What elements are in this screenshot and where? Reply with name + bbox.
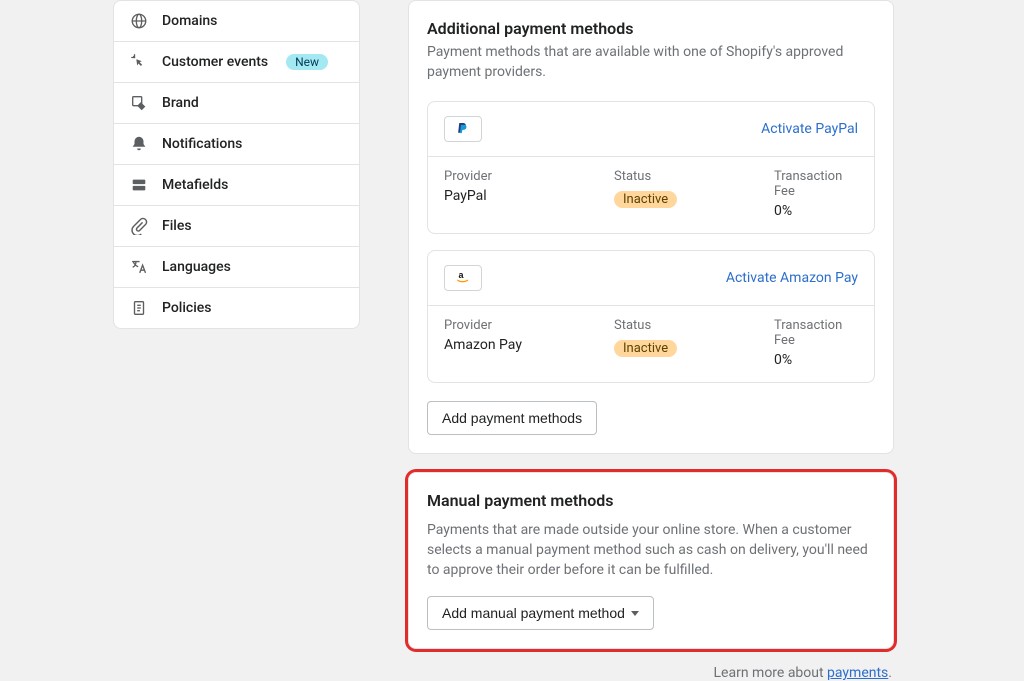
- metafields-icon: [130, 176, 148, 194]
- learn-more-note: Learn more about payments.: [408, 665, 894, 681]
- add-payment-methods-button[interactable]: Add payment methods: [427, 401, 597, 435]
- brand-icon: [130, 94, 148, 112]
- section-title: Additional payment methods: [427, 19, 875, 38]
- sidebar-item-label: Notifications: [162, 136, 242, 152]
- sidebar-item-label: Domains: [162, 13, 217, 29]
- status-badge: Inactive: [614, 191, 677, 208]
- value-provider: Amazon Pay: [444, 337, 614, 353]
- value-fee: 0%: [774, 352, 858, 368]
- provider-card-amazon-pay: a Activate Amazon Pay Provider Amazon Pa…: [427, 250, 875, 383]
- payments-link[interactable]: payments: [827, 665, 888, 681]
- value-provider: PayPal: [444, 188, 614, 204]
- activate-amazon-pay-link[interactable]: Activate Amazon Pay: [726, 270, 858, 286]
- value-fee: 0%: [774, 203, 858, 219]
- cursor-click-icon: [130, 53, 148, 71]
- sidebar-item-files[interactable]: Files: [114, 206, 359, 247]
- label-fee: Transaction Fee: [774, 169, 858, 199]
- section-description: Payments that are made outside your onli…: [427, 520, 875, 581]
- section-description: Payment methods that are available with …: [427, 42, 875, 83]
- sidebar-item-label: Metafields: [162, 177, 228, 193]
- globe-icon: [130, 12, 148, 30]
- provider-card-paypal: Activate PayPal Provider PayPal Status I…: [427, 101, 875, 234]
- button-label: Add manual payment method: [442, 605, 625, 621]
- paperclip-icon: [130, 217, 148, 235]
- paypal-logo: [444, 116, 482, 142]
- label-provider: Provider: [444, 169, 614, 184]
- section-title: Manual payment methods: [427, 491, 875, 510]
- sidebar-item-label: Policies: [162, 300, 212, 316]
- learn-more-prefix: Learn more about: [714, 665, 828, 681]
- main-content: Additional payment methods Payment metho…: [408, 0, 894, 681]
- add-manual-payment-method-button[interactable]: Add manual payment method: [427, 596, 654, 630]
- learn-more-suffix: .: [888, 665, 892, 681]
- additional-payment-methods-card: Additional payment methods Payment metho…: [408, 0, 894, 454]
- sidebar-item-metafields[interactable]: Metafields: [114, 165, 359, 206]
- amazon-pay-logo: a: [444, 265, 482, 291]
- new-badge: New: [286, 54, 328, 70]
- sidebar-item-customer-events[interactable]: Customer events New: [114, 42, 359, 83]
- svg-text:a: a: [459, 270, 465, 280]
- activate-paypal-link[interactable]: Activate PayPal: [761, 121, 858, 137]
- bell-icon: [130, 135, 148, 153]
- sidebar-item-label: Customer events: [162, 54, 268, 70]
- sidebar-item-label: Languages: [162, 259, 231, 275]
- policy-icon: [130, 299, 148, 317]
- label-fee: Transaction Fee: [774, 318, 858, 348]
- sidebar-item-label: Brand: [162, 95, 199, 111]
- sidebar-item-policies[interactable]: Policies: [114, 288, 359, 328]
- label-status: Status: [614, 318, 774, 333]
- sidebar-item-label: Files: [162, 218, 192, 234]
- sidebar-item-notifications[interactable]: Notifications: [114, 124, 359, 165]
- chevron-down-icon: [631, 611, 639, 616]
- button-label: Add payment methods: [442, 410, 582, 426]
- label-provider: Provider: [444, 318, 614, 333]
- status-badge: Inactive: [614, 340, 677, 357]
- label-status: Status: [614, 169, 774, 184]
- translate-icon: [130, 258, 148, 276]
- sidebar-item-languages[interactable]: Languages: [114, 247, 359, 288]
- sidebar-item-domains[interactable]: Domains: [114, 1, 359, 42]
- settings-sidebar: Domains Customer events New Brand Notif: [113, 0, 360, 681]
- manual-payment-methods-card: Manual payment methods Payments that are…: [408, 472, 894, 650]
- sidebar-item-brand[interactable]: Brand: [114, 83, 359, 124]
